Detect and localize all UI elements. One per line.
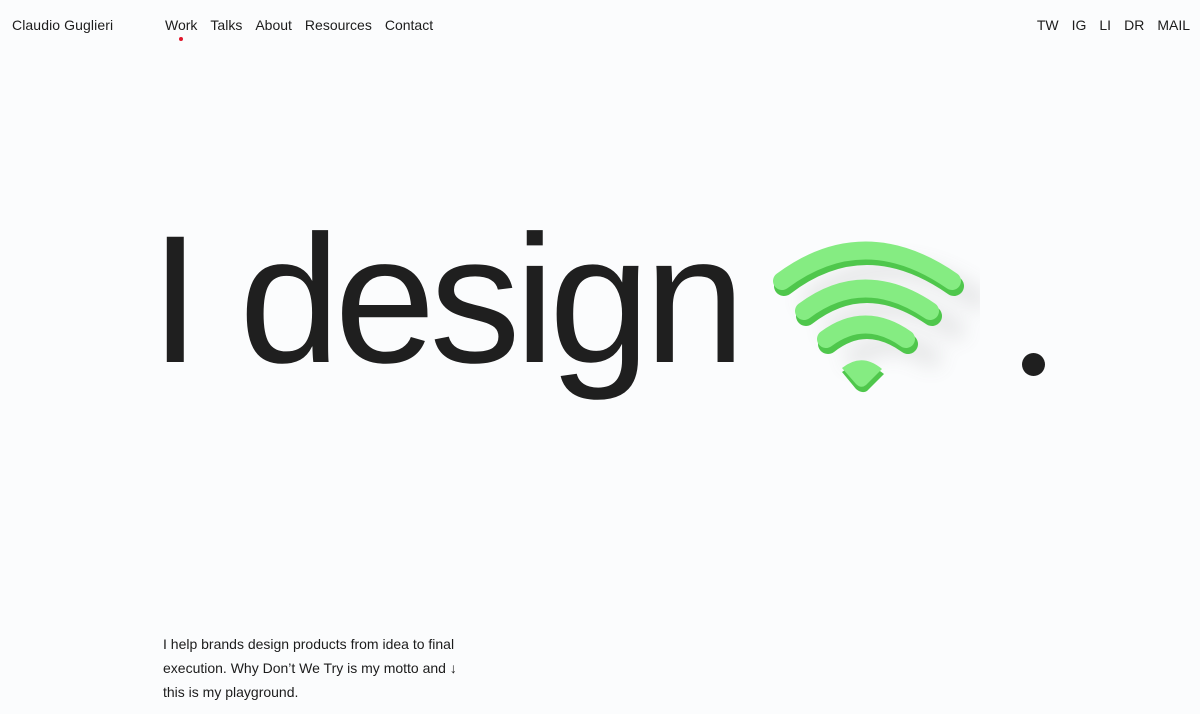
main-nav: Work Talks About Resources Contact bbox=[165, 17, 433, 41]
social-link-twitter[interactable]: TW bbox=[1037, 17, 1059, 33]
social-links: TW IG LI DR MAIL bbox=[1037, 17, 1190, 33]
hero-period-dot bbox=[1022, 353, 1045, 376]
social-link-instagram[interactable]: IG bbox=[1072, 17, 1087, 33]
nav-item-work[interactable]: Work bbox=[165, 17, 198, 41]
intro-line-3: this is my playground. bbox=[163, 684, 299, 700]
intro-line-1: I help brands design products from idea … bbox=[163, 636, 455, 652]
wifi-icon bbox=[770, 232, 980, 402]
nav-item-about[interactable]: About bbox=[255, 17, 292, 33]
intro-line-2: execution. Why Don’t We Try is my motto … bbox=[163, 660, 446, 676]
social-link-dribbble[interactable]: DR bbox=[1124, 17, 1144, 33]
nav-item-contact[interactable]: Contact bbox=[385, 17, 433, 33]
wifi-icon-graphic bbox=[773, 241, 980, 393]
social-link-linkedin[interactable]: LI bbox=[1099, 17, 1111, 33]
hero-headline: I design bbox=[150, 197, 745, 401]
intro-paragraph: I help brands design products from idea … bbox=[163, 632, 463, 704]
brand-name-link[interactable]: Claudio Guglieri bbox=[12, 17, 113, 33]
nav-item-label: Work bbox=[165, 17, 198, 33]
social-link-mail[interactable]: MAIL bbox=[1157, 17, 1190, 33]
arrow-down-icon: ↓ bbox=[449, 660, 457, 676]
nav-item-talks[interactable]: Talks bbox=[210, 17, 242, 33]
page: Claudio Guglieri Work Talks About Resour… bbox=[0, 0, 1200, 714]
nav-item-resources[interactable]: Resources bbox=[305, 17, 372, 33]
active-indicator-dot bbox=[179, 37, 184, 41]
